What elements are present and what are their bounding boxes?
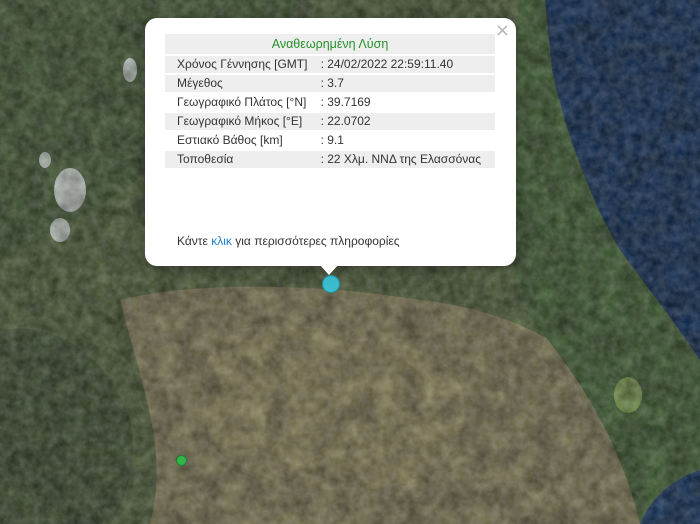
row-value: : 9.1: [320, 133, 344, 147]
table-row: Γεωγραφικό Μήκος [°E] : 22.0702: [165, 113, 495, 130]
earthquake-details-table: Αναθεωρημένη Λύση Χρόνος Γέννησης [GMT] …: [165, 32, 495, 170]
earthquake-marker[interactable]: [176, 455, 187, 466]
popup-pointer: [319, 264, 339, 275]
more-info-link[interactable]: κλικ: [211, 234, 232, 248]
row-value: : 22 Χλμ. ΝΝΔ της Ελασσόνας: [320, 151, 495, 168]
row-value: : 24/02/2022 22:59:11.40: [320, 56, 495, 73]
row-value: : 3.7: [320, 75, 495, 92]
more-info-suffix: για περισσότερες πληροφορίες: [235, 234, 400, 248]
row-label: Γεωγραφικό Μήκος [°E]: [165, 113, 321, 130]
table-row: Εστιακό Βάθος [km] : 9.1: [165, 132, 495, 149]
row-value: : 22.0702: [320, 113, 495, 130]
earthquake-info-popup: × Αναθεωρημένη Λύση Χρόνος Γέννησης [GMT…: [145, 18, 516, 266]
popup-title: Αναθεωρημένη Λύση: [165, 34, 495, 54]
table-row: Γεωγραφικό Πλάτος [°N] : 39.7169: [165, 94, 495, 111]
row-label: Μέγεθος: [165, 75, 321, 92]
row-label: Χρόνος Γέννησης [GMT]: [165, 56, 321, 73]
table-row: Τοποθεσία : 22 Χλμ. ΝΝΔ της Ελασσόνας: [165, 151, 495, 168]
row-label: Γεωγραφικό Πλάτος [°N]: [177, 95, 307, 109]
row-label: Εστιακό Βάθος [km]: [177, 133, 283, 147]
close-icon[interactable]: ×: [495, 20, 510, 42]
epicenter-marker[interactable]: [322, 275, 340, 293]
map-view[interactable]: × Αναθεωρημένη Λύση Χρόνος Γέννησης [GMT…: [0, 0, 700, 524]
row-value: : 39.7169: [320, 95, 371, 109]
table-row: Μέγεθος : 3.7: [165, 75, 495, 92]
more-info-text: Κάντε κλικ για περισσότερες πληροφορίες: [177, 234, 400, 248]
row-label: Τοποθεσία: [165, 151, 321, 168]
more-info-prefix: Κάντε: [177, 234, 208, 248]
table-row: Χρόνος Γέννησης [GMT] : 24/02/2022 22:59…: [165, 56, 495, 73]
